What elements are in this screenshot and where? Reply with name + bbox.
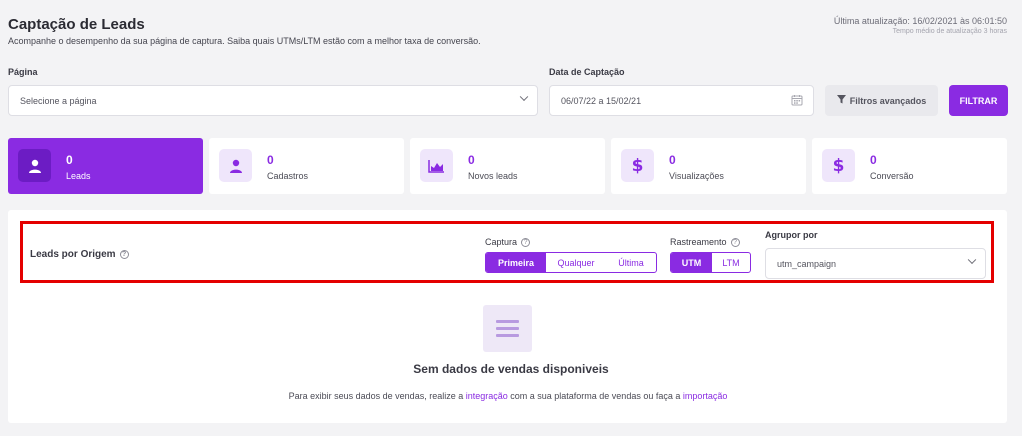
user-icon: [18, 149, 51, 182]
card-cadastros[interactable]: 0 Cadastros: [209, 138, 404, 194]
card-value: 0: [66, 153, 73, 167]
calendar-icon: [791, 94, 803, 108]
dollar-icon: $: [822, 149, 855, 182]
dollar-icon: $: [621, 149, 654, 182]
page-select[interactable]: Selecione a página: [8, 85, 538, 116]
empty-title: Sem dados de vendas disponiveis: [413, 362, 609, 376]
user-icon: [219, 149, 252, 182]
chevron-down-icon: [519, 92, 529, 104]
capture-toggle: Primeira Qualquer Última: [485, 252, 657, 273]
capture-option-primeira[interactable]: Primeira: [486, 253, 546, 272]
card-leads[interactable]: 0 Leads: [8, 138, 203, 194]
tracking-label-text: Rastreamento: [670, 237, 727, 247]
group-value: utm_campaign: [777, 258, 837, 269]
date-value: 06/07/22 a 15/02/21: [561, 95, 642, 106]
card-value: 0: [468, 153, 475, 167]
card-value: 0: [870, 153, 877, 167]
card-value: 0: [267, 153, 274, 167]
chevron-down-icon: [967, 255, 977, 267]
advanced-filters-label: Filtros avançados: [849, 95, 927, 106]
avg-update-time: Tempo médio de atualização 3 horas: [892, 28, 1007, 35]
card-novos-leads[interactable]: 0 Novos leads: [410, 138, 605, 194]
help-icon[interactable]: ?: [119, 249, 129, 259]
card-value: 0: [669, 153, 676, 167]
group-select[interactable]: utm_campaign: [765, 248, 986, 279]
card-conversao[interactable]: $ 0 Conversão: [812, 138, 1007, 194]
card-label: Novos leads: [468, 171, 518, 181]
page-label: Página: [8, 67, 38, 77]
card-label: Visualizações: [669, 171, 724, 181]
date-label: Data de Captação: [549, 67, 625, 77]
page-subtitle: Acompanhe o desempenho da sua página de …: [8, 36, 481, 46]
capture-label-text: Captura: [485, 237, 518, 247]
tracking-toggle: UTM LTM: [670, 252, 751, 273]
date-input[interactable]: 06/07/22 a 15/02/21: [549, 85, 814, 116]
tracking-label: Rastreamento?: [670, 237, 740, 248]
empty-desc-mid: com a sua plataforma de vendas ou faça a: [507, 391, 683, 401]
capture-option-qualquer[interactable]: Qualquer: [546, 253, 606, 272]
capture-option-ultima[interactable]: Última: [606, 253, 656, 272]
help-icon[interactable]: ?: [521, 238, 531, 248]
import-link[interactable]: importação: [683, 391, 728, 401]
origin-title-text: Leads por Origem: [30, 249, 116, 260]
last-update: Última atualização: 16/02/2021 às 06:01:…: [833, 16, 1007, 26]
filter-button[interactable]: FILTRAR: [949, 85, 1008, 116]
card-label: Cadastros: [267, 171, 309, 181]
area-chart-icon: [420, 149, 453, 182]
filter-icon: [836, 95, 846, 106]
help-icon[interactable]: ?: [730, 238, 740, 248]
integration-link[interactable]: integração: [466, 391, 508, 401]
card-label: Conversão: [870, 171, 914, 181]
page-select-placeholder: Selecione a página: [20, 95, 97, 106]
list-icon: [483, 305, 532, 352]
empty-description: Para exibir seus dados de vendas, realiz…: [0, 391, 1016, 401]
group-label: Agrupor por: [765, 230, 818, 240]
tracking-option-ltm[interactable]: LTM: [712, 253, 750, 272]
empty-desc-pre: Para exibir seus dados de vendas, realiz…: [288, 391, 466, 401]
capture-label: Captura?: [485, 237, 531, 248]
card-visualizacoes[interactable]: $ 0 Visualizações: [611, 138, 806, 194]
page-title: Captação de Leads: [8, 16, 145, 33]
tracking-option-utm[interactable]: UTM: [671, 253, 712, 272]
card-label: Leads: [66, 171, 91, 181]
advanced-filters-button[interactable]: Filtros avançados: [825, 85, 938, 116]
origin-title: Leads por Origem?: [30, 249, 129, 260]
